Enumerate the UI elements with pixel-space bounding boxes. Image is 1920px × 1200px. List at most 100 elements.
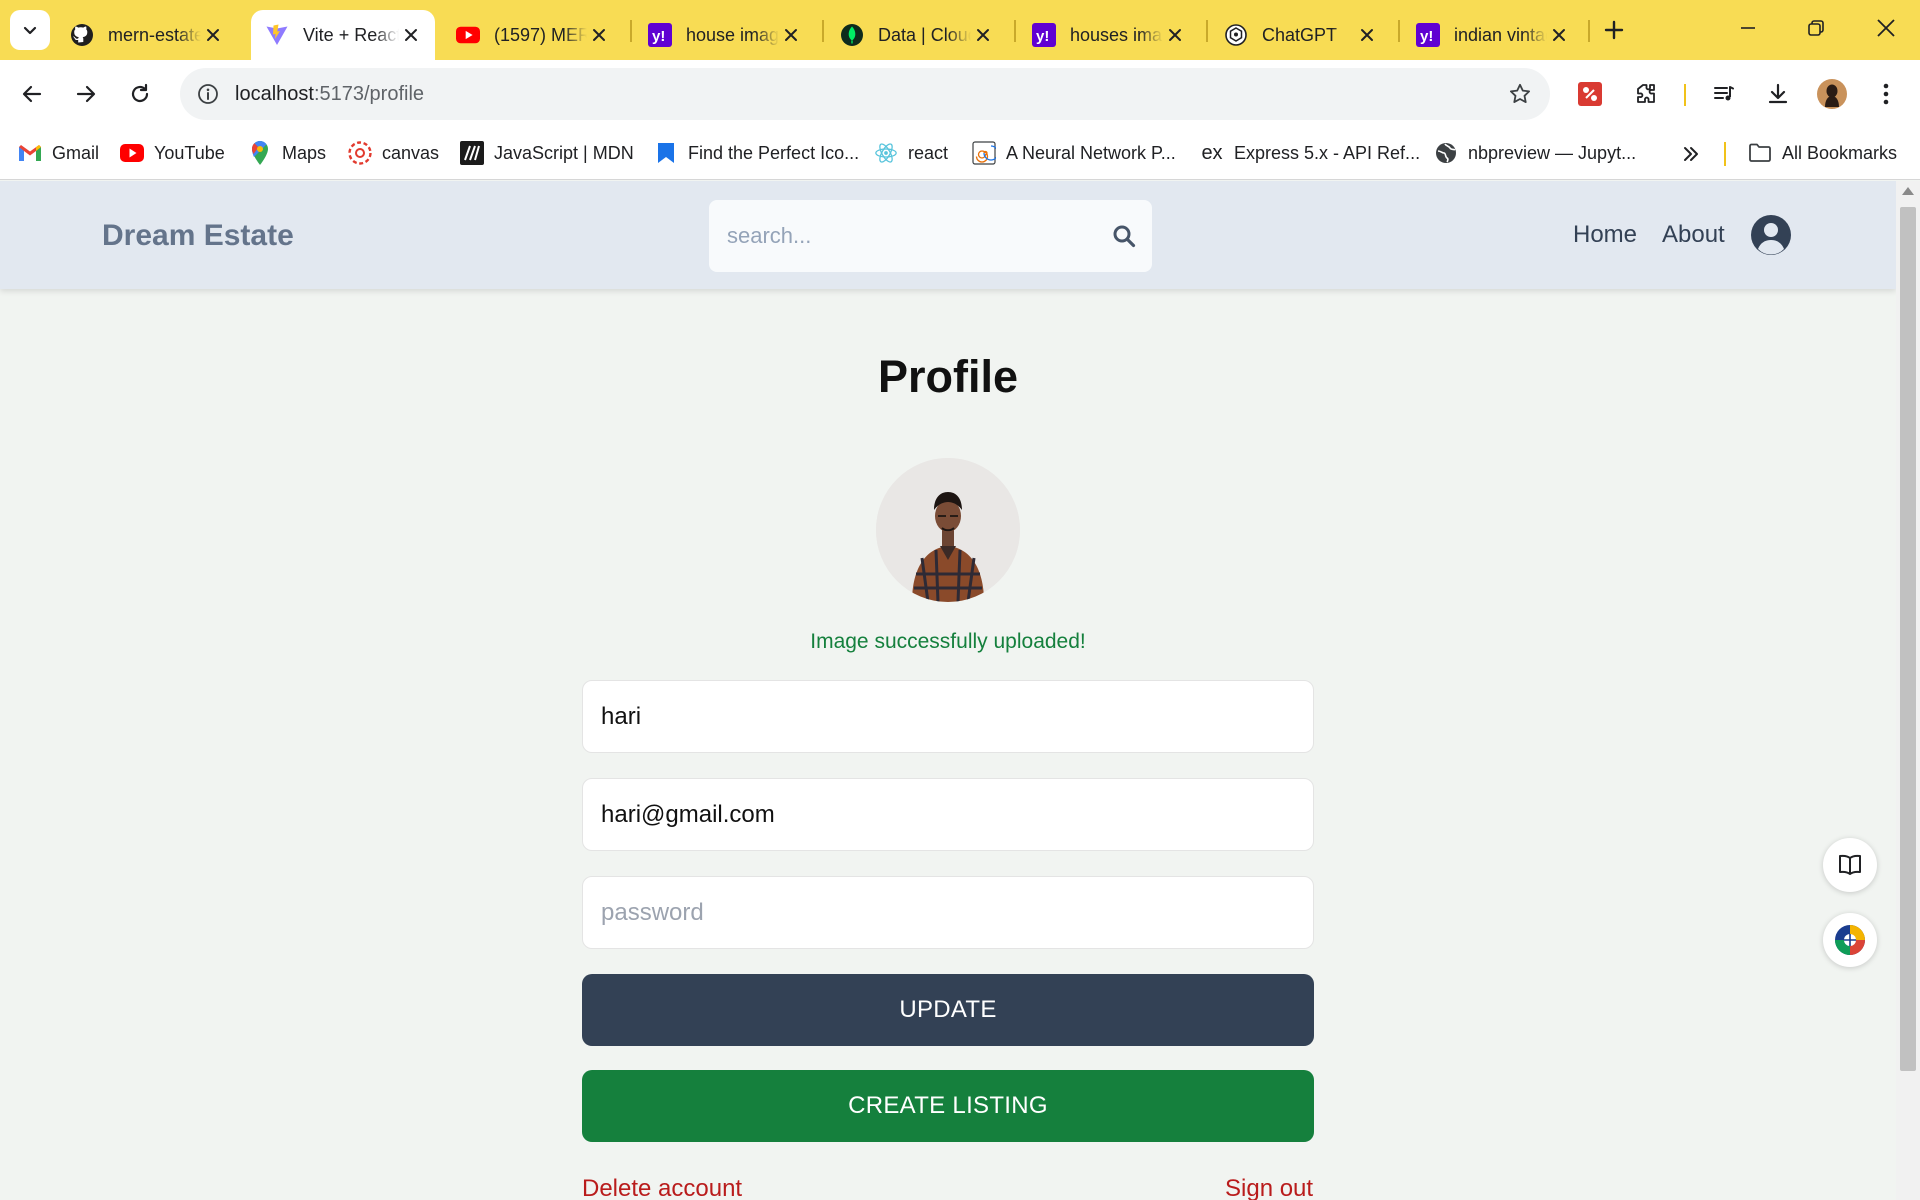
tab-title: (1597) MERN bbox=[494, 24, 588, 45]
site-info-icon[interactable] bbox=[194, 80, 222, 108]
spiral-icon bbox=[972, 141, 996, 165]
close-icon[interactable] bbox=[587, 23, 610, 47]
extensions-puzzle-icon[interactable] bbox=[1626, 74, 1666, 114]
bookmark-star-icon[interactable] bbox=[1506, 80, 1534, 108]
svg-text:y!: y! bbox=[652, 28, 665, 45]
close-icon[interactable] bbox=[779, 23, 802, 47]
tab-title: ChatGPT bbox=[1262, 24, 1338, 45]
site-header: Dream Estate Home About bbox=[0, 181, 1896, 289]
scroll-up-arrow-icon[interactable] bbox=[1902, 187, 1914, 195]
bookmark-neural-network[interactable]: A Neural Network P... bbox=[972, 138, 1176, 168]
github-icon bbox=[70, 23, 94, 47]
kebab-menu-icon[interactable] bbox=[1866, 74, 1906, 114]
browser-tab[interactable]: Data | Cloud bbox=[826, 10, 1006, 60]
page-scrollbar[interactable] bbox=[1896, 181, 1920, 1200]
page-viewport: Dream Estate Home About Profile Image su… bbox=[0, 181, 1896, 1200]
folder-icon bbox=[1748, 141, 1772, 165]
user-circle-icon bbox=[1751, 215, 1791, 255]
sign-out-link[interactable]: Sign out bbox=[1225, 1175, 1313, 1200]
bookmark-youtube[interactable]: YouTube bbox=[120, 138, 225, 168]
yahoo-icon: y! bbox=[1416, 23, 1440, 47]
profile-avatar-photo[interactable] bbox=[876, 458, 1020, 602]
create-listing-button[interactable]: Create Listing bbox=[582, 1070, 1314, 1142]
arrow-left-icon bbox=[22, 85, 42, 103]
bookmark-react[interactable]: react bbox=[874, 138, 948, 168]
extension-puzzle-game-icon[interactable] bbox=[1570, 74, 1610, 114]
all-bookmarks-button[interactable]: All Bookmarks bbox=[1748, 138, 1897, 168]
tab-separator bbox=[1014, 20, 1016, 42]
scrollbar-thumb[interactable] bbox=[1900, 207, 1916, 1071]
vite-icon bbox=[265, 23, 289, 47]
email-field[interactable] bbox=[582, 778, 1314, 851]
tab-separator bbox=[1206, 20, 1208, 42]
mongodb-icon bbox=[840, 23, 864, 47]
react-icon bbox=[874, 141, 898, 165]
extension-side-button[interactable] bbox=[1823, 913, 1877, 967]
bookmark-label: A Neural Network P... bbox=[1006, 142, 1176, 163]
restore-button[interactable] bbox=[1792, 8, 1840, 48]
username-field[interactable] bbox=[582, 680, 1314, 753]
bookmark-icon-finder[interactable]: Find the Perfect Ico... bbox=[654, 138, 859, 168]
tab-title: mern-estate bbox=[108, 24, 202, 45]
bookmark-label: Gmail bbox=[52, 142, 100, 163]
media-controls-icon[interactable] bbox=[1704, 74, 1744, 114]
reading-mode-button[interactable] bbox=[1823, 838, 1877, 892]
site-logo[interactable]: Dream Estate bbox=[102, 219, 294, 253]
update-button[interactable]: Update bbox=[582, 974, 1314, 1046]
bookmark-label: Find the Perfect Ico... bbox=[688, 142, 860, 163]
tab-separator bbox=[822, 20, 824, 42]
close-window-button[interactable] bbox=[1862, 8, 1910, 48]
page-title: Profile bbox=[877, 351, 1019, 402]
bookmark-label: JavaScript | MDN bbox=[494, 142, 634, 163]
reload-button[interactable] bbox=[120, 74, 160, 114]
bookmark-label: canvas bbox=[382, 142, 440, 163]
bookmark-nbpreview[interactable]: nbpreview — Jupyt... bbox=[1434, 138, 1636, 168]
bookmark-mdn[interactable]: JavaScript | MDN bbox=[460, 138, 634, 168]
minimize-button[interactable] bbox=[1724, 8, 1772, 48]
globe-icon bbox=[1434, 141, 1458, 165]
search-icon[interactable] bbox=[1110, 222, 1138, 250]
bookmark-canvas[interactable]: canvas bbox=[348, 138, 439, 168]
browser-tab[interactable]: y! indian vintage bbox=[1402, 10, 1582, 60]
close-icon[interactable] bbox=[399, 23, 423, 47]
close-icon[interactable] bbox=[1547, 23, 1570, 47]
delete-account-link[interactable]: Delete account bbox=[582, 1175, 742, 1200]
profile-avatar-icon[interactable] bbox=[1812, 74, 1852, 114]
new-tab-button[interactable] bbox=[1598, 14, 1630, 46]
tab-search-button[interactable] bbox=[10, 10, 50, 50]
close-icon[interactable] bbox=[201, 23, 224, 47]
nav-home-link[interactable]: Home bbox=[1573, 221, 1637, 249]
address-bar[interactable]: localhost:5173/profile bbox=[180, 68, 1550, 120]
browser-tab-active[interactable]: Vite + React bbox=[251, 10, 435, 60]
toolbar-divider bbox=[1684, 84, 1686, 106]
search-form bbox=[709, 200, 1152, 272]
flag-icon bbox=[654, 141, 678, 165]
header-avatar[interactable] bbox=[1749, 213, 1793, 257]
close-icon[interactable] bbox=[1163, 23, 1186, 47]
back-button[interactable] bbox=[12, 74, 52, 114]
close-icon[interactable] bbox=[971, 23, 994, 47]
url-path: :5173/profile bbox=[313, 83, 425, 105]
bookmark-maps[interactable]: Maps bbox=[248, 138, 326, 168]
search-input[interactable] bbox=[727, 218, 1087, 254]
browser-tab[interactable]: mern-estate bbox=[56, 10, 236, 60]
forward-button[interactable] bbox=[66, 74, 106, 114]
chatgpt-icon bbox=[1224, 23, 1248, 47]
bookmark-gmail[interactable]: Gmail bbox=[18, 138, 99, 168]
browser-tab[interactable]: y! houses images bbox=[1018, 10, 1198, 60]
youtube-icon bbox=[456, 23, 480, 47]
close-icon[interactable] bbox=[1355, 23, 1378, 47]
browser-tab[interactable]: y! house images bbox=[634, 10, 814, 60]
reload-icon bbox=[131, 83, 149, 103]
yahoo-icon: y! bbox=[1032, 23, 1056, 47]
nav-about-link[interactable]: About bbox=[1662, 221, 1725, 249]
bookmark-label: react bbox=[908, 142, 949, 163]
more-bookmarks-button[interactable] bbox=[1676, 140, 1706, 168]
browser-tab[interactable]: (1597) MERN bbox=[442, 10, 622, 60]
download-icon[interactable] bbox=[1758, 74, 1798, 114]
bookmark-express[interactable]: ex Express 5.x - API Ref... bbox=[1200, 138, 1420, 168]
browser-tab[interactable]: ChatGPT bbox=[1210, 10, 1390, 60]
password-field[interactable] bbox=[582, 876, 1314, 949]
bookmark-label: Express 5.x - API Ref... bbox=[1234, 142, 1421, 163]
tab-title: Vite + React bbox=[303, 24, 400, 45]
